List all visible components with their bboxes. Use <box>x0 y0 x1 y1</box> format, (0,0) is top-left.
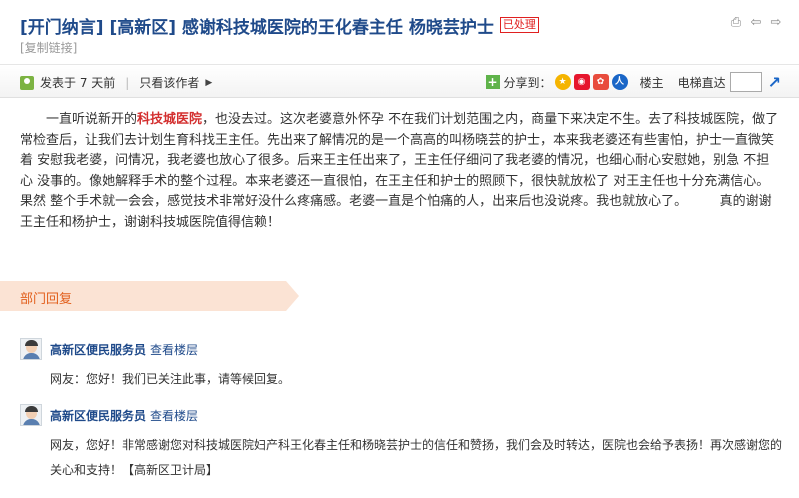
view-floor-link[interactable]: 查看楼层 <box>150 341 198 358</box>
copy-link[interactable]: [复制链接] <box>20 39 77 56</box>
thread-title: [开门纳言] [高新区] 感谢科技城医院的王化春主任 杨晓芸护士 <box>20 17 494 38</box>
view-floor-link[interactable]: 查看楼层 <box>150 407 198 424</box>
tencent-weibo-icon[interactable]: ✿ <box>592 74 609 90</box>
department-reply-label: 部门回复 <box>20 292 73 307</box>
reply-text: 网友，您好！非常感谢您对科技城医院妇产科王化春主任和杨晓芸护士的信任和赞扬，我们… <box>50 438 783 477</box>
thread-tools: ⎙ ⇦ ⇨ <box>729 16 783 30</box>
reply-text: 网友：您好！我们已关注此事，请等候回复。 <box>50 372 291 386</box>
prev-arrow-icon[interactable]: ⇦ <box>749 16 763 30</box>
sina-weibo-icon[interactable]: ◉ <box>573 74 590 90</box>
post-content: 一直听说新开的科技城医院，也没去过。这次老婆意外怀孕 不在我们计划范围之内，商量… <box>20 110 780 233</box>
divider: | <box>125 75 130 90</box>
qzone-icon[interactable]: ★ <box>554 74 571 90</box>
post-intro: 一直听说新开的 <box>46 112 138 127</box>
avatar <box>20 338 42 360</box>
floor-input[interactable] <box>729 72 762 92</box>
next-arrow-icon[interactable]: ⇨ <box>769 16 783 30</box>
post-meta-bar: 发表于 7 天前 | 只看该作者 ▶ + 分享到： ★ ◉ ✿ 人 楼主 电梯直… <box>0 64 799 98</box>
hospital-link[interactable]: 科技城医院 <box>137 112 202 127</box>
print-icon[interactable]: ⎙ <box>729 16 743 30</box>
floor-label: 楼主 <box>639 75 664 90</box>
triangle-right-icon: ▶ <box>205 77 213 88</box>
only-author-link[interactable]: 只看该作者 <box>139 74 199 91</box>
user-icon <box>20 75 34 90</box>
avatar <box>20 404 42 426</box>
reply-author[interactable]: 高新区便民服务员 <box>50 341 146 358</box>
share-label: 分享到： <box>503 75 552 90</box>
department-reply-header: 部门回复 <box>0 281 299 311</box>
status-badge: 已处理 <box>499 17 539 33</box>
post-body: ，也没去过。这次老婆意外怀孕 不在我们计划范围之内，商量下来决定不生。去了科技城… <box>20 112 779 230</box>
reply-author[interactable]: 高新区便民服务员 <box>50 407 146 424</box>
share-plus-icon[interactable]: + <box>485 75 500 89</box>
go-floor-icon[interactable]: ↗ <box>768 73 781 92</box>
renren-icon[interactable]: 人 <box>611 74 628 90</box>
elevator-label: 电梯直达 <box>677 75 726 90</box>
post-time: 发表于 7 天前 <box>40 76 116 90</box>
thread-title-row: [开门纳言] [高新区] 感谢科技城医院的王化春主任 杨晓芸护士 已处理 <box>20 12 539 38</box>
